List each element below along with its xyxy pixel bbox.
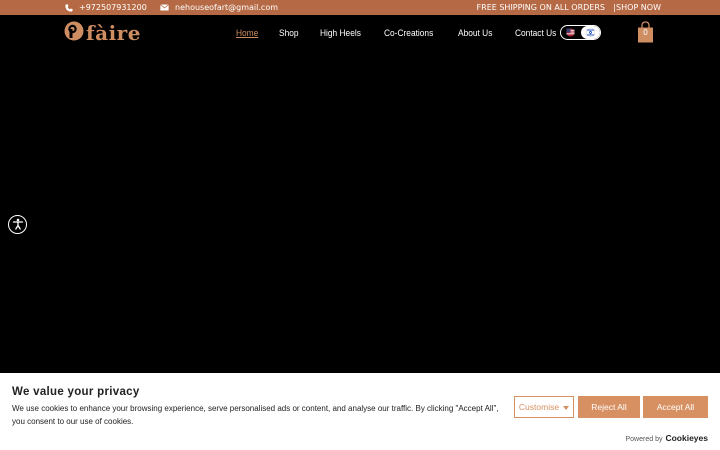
- envelope-icon: [160, 4, 169, 11]
- accessibility-icon: [12, 215, 24, 234]
- cookie-title: We value your privacy: [12, 386, 140, 398]
- phone-number: +972507931200: [79, 3, 147, 12]
- site-header: fàire Home Shop High Heels Co-Creations …: [0, 15, 720, 51]
- logo-text: fàire: [86, 21, 141, 45]
- shipping-notice: FREE SHIPPING ON ALL ORDERS: [476, 3, 605, 12]
- nav-about-us[interactable]: About Us: [458, 28, 492, 39]
- il-flag-icon[interactable]: [580, 26, 600, 39]
- logo-mark-icon: [64, 21, 84, 45]
- cookie-consent-banner: We value your privacy We use cookies to …: [0, 373, 720, 450]
- nav-high-heels[interactable]: High Heels: [320, 28, 361, 39]
- nav-home[interactable]: Home: [236, 28, 258, 39]
- email-address: nehouseofart@gmail.com: [175, 3, 279, 12]
- cart-button[interactable]: 0: [637, 21, 654, 43]
- customise-label: Customise: [518, 402, 560, 412]
- main-navigation: Home Shop High Heels Co-Creations About …: [236, 15, 580, 51]
- top-bar: +972507931200 nehouseofart@gmail.com FRE…: [0, 0, 720, 15]
- cookie-description: We use cookies to enhance your browsing …: [12, 404, 499, 426]
- nav-co-creations[interactable]: Co-Creations: [384, 28, 433, 39]
- reject-all-button[interactable]: Reject All: [578, 396, 640, 418]
- powered-by-label: Powered by: [625, 436, 663, 443]
- site-logo[interactable]: fàire: [64, 20, 141, 46]
- accessibility-button[interactable]: [8, 215, 27, 234]
- nav-contact-us[interactable]: Contact Us: [515, 28, 556, 39]
- phone-contact[interactable]: +972507931200: [65, 0, 147, 15]
- caret-down-icon: [563, 402, 570, 412]
- language-switcher[interactable]: [560, 25, 601, 40]
- cookieyes-logo: Cookieyes: [665, 433, 708, 443]
- accept-all-button[interactable]: Accept All: [643, 396, 708, 418]
- customise-button[interactable]: Customise: [514, 396, 574, 418]
- powered-by[interactable]: Powered by Cookieyes: [626, 433, 709, 443]
- nav-shop[interactable]: Shop: [279, 28, 299, 39]
- phone-icon: [65, 3, 73, 12]
- shop-now-link[interactable]: SHOP NOW: [616, 0, 661, 15]
- email-contact[interactable]: nehouseofart@gmail.com: [160, 0, 278, 15]
- cart-count: 0: [643, 28, 648, 37]
- en-flag-icon[interactable]: [561, 26, 581, 39]
